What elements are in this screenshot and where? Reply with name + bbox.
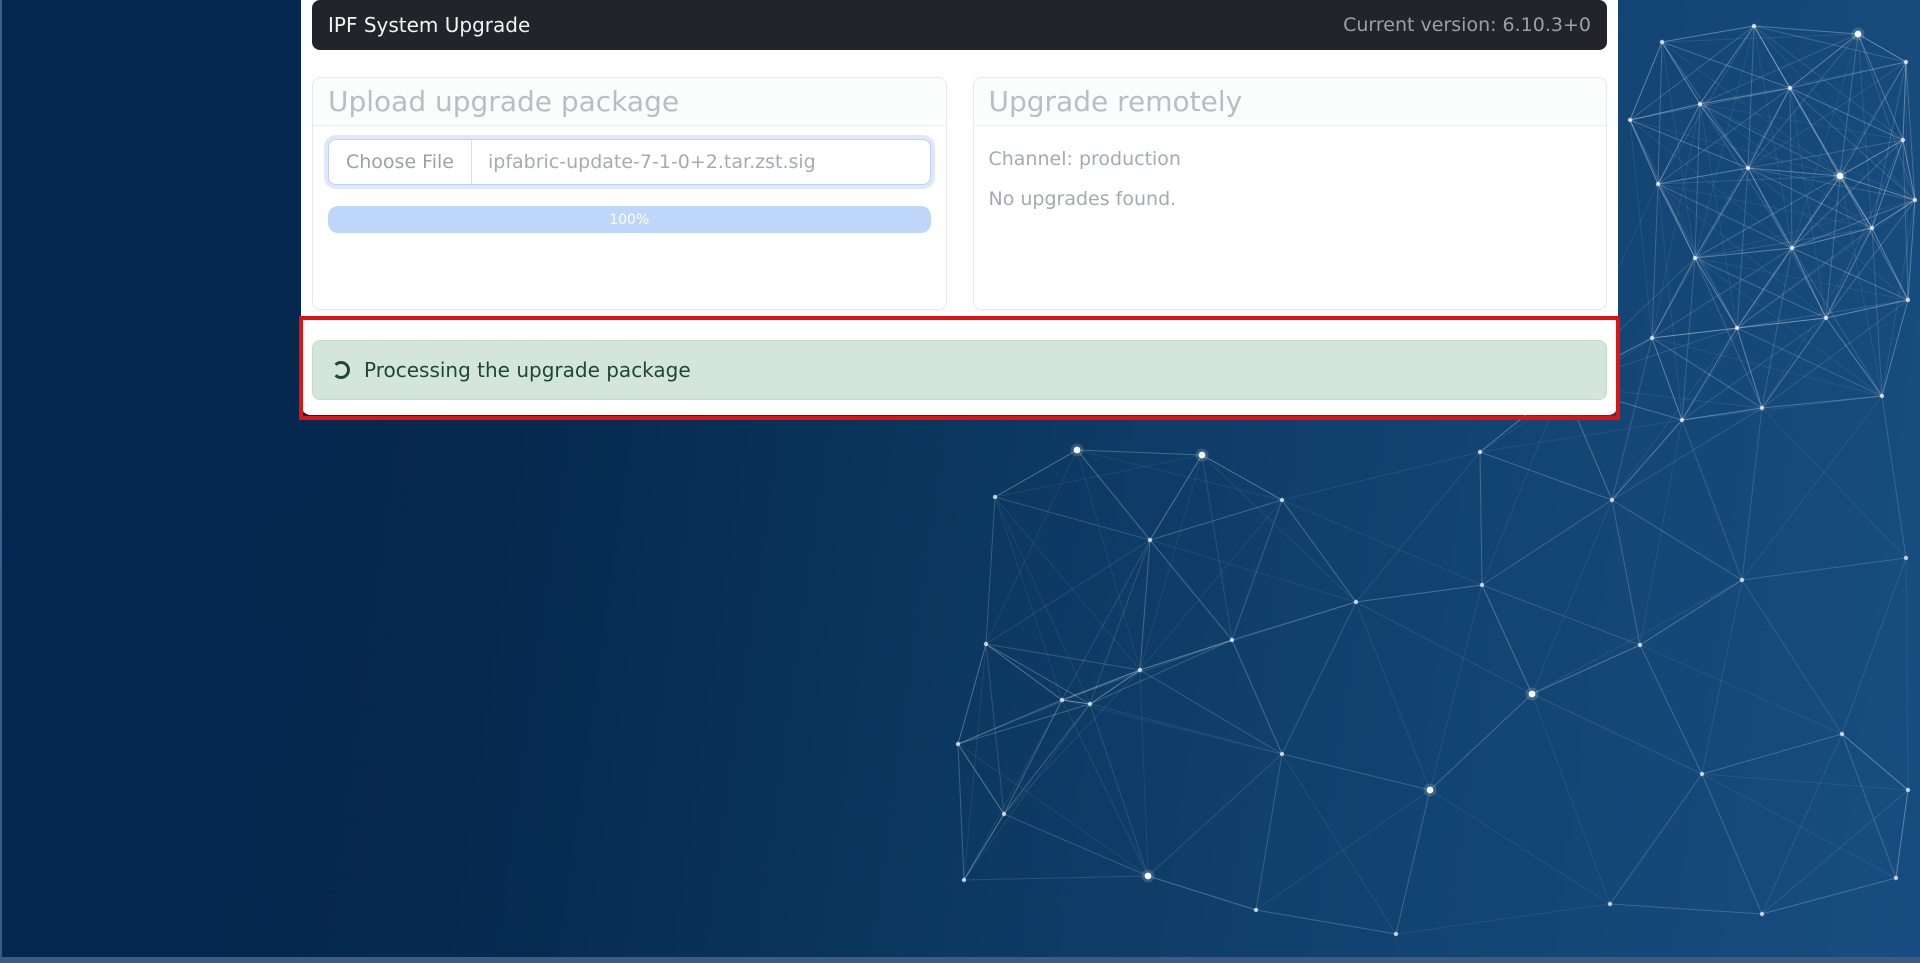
upgrade-file-input[interactable]: Choose File ipfabric-update-7-1-0+2.tar.… <box>328 139 931 185</box>
current-version-label: Current version: 6.10.3+0 <box>1343 14 1591 36</box>
remote-card-title: Upgrade remotely <box>974 78 1607 126</box>
upload-package-card: Upload upgrade package Choose File ipfab… <box>312 77 947 310</box>
processing-alert-message: Processing the upgrade package <box>364 358 691 382</box>
main-panel: IPF System Upgrade Current version: 6.10… <box>301 0 1618 415</box>
panels-row: Upload upgrade package Choose File ipfab… <box>312 77 1607 310</box>
selected-filename: ipfabric-update-7-1-0+2.tar.zst.sig <box>472 140 832 184</box>
upload-card-title: Upload upgrade package <box>313 78 946 126</box>
page-edge-strip-left <box>0 0 2 963</box>
page-edge-strip-bottom <box>0 957 1920 963</box>
channel-label: Channel: production <box>989 147 1592 171</box>
no-upgrades-message: No upgrades found. <box>989 187 1592 211</box>
upload-progress: 100% <box>328 206 931 233</box>
upload-card-body: Choose File ipfabric-update-7-1-0+2.tar.… <box>313 126 946 246</box>
page-title: IPF System Upgrade <box>328 13 530 37</box>
remote-card-body: Channel: production No upgrades found. <box>974 126 1607 232</box>
spinner-icon <box>332 361 350 379</box>
upgrade-remotely-card: Upgrade remotely Channel: production No … <box>973 77 1608 310</box>
upload-progress-bar: 100% <box>328 206 931 233</box>
alert-section: Processing the upgrade package <box>312 340 1607 400</box>
choose-file-button[interactable]: Choose File <box>329 140 472 184</box>
processing-alert: Processing the upgrade package <box>312 340 1607 400</box>
app-header: IPF System Upgrade Current version: 6.10… <box>312 0 1607 50</box>
